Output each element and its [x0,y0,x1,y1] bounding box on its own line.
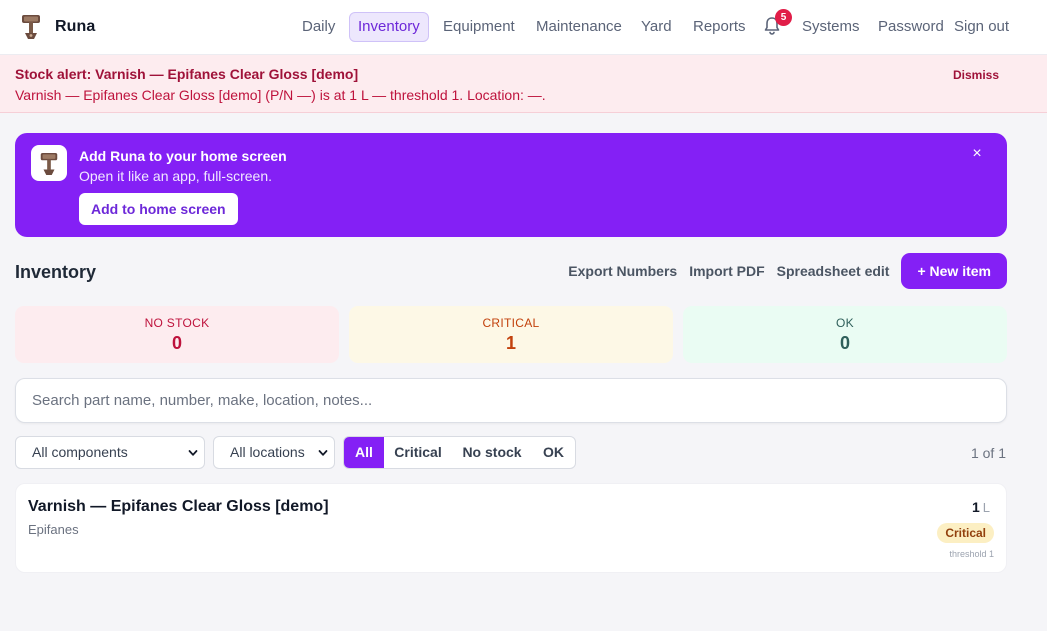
nav-daily[interactable]: Daily [294,12,343,42]
promo-title: Add Runa to your home screen [79,148,287,164]
alert-title: Stock alert: Varnish — Epifanes Clear Gl… [15,66,359,82]
export-numbers-link[interactable]: Export Numbers [568,263,677,279]
no-stock-count: 0 [171,333,182,353]
nav-sign-out[interactable]: Sign out [946,12,1017,42]
notification-count-badge: 5 [775,9,792,26]
ok-card[interactable]: OK 0 [683,306,1007,363]
top-navigation-bar: Runa Daily Inventory Equipment Maintenan… [0,0,1047,55]
app-name: Runa [55,17,96,35]
critical-label: CRITICAL [482,316,540,330]
chevron-down-icon [318,450,328,456]
critical-count: 1 [505,333,516,353]
no-stock-label: NO STOCK [144,316,210,330]
brand[interactable]: Runa [19,13,95,40]
no-stock-card[interactable]: NO STOCK 0 [15,306,339,363]
nav-password[interactable]: Password [870,12,952,42]
item-quantity-unit: L [982,500,990,515]
item-quantity: 1L [972,499,990,515]
component-filter-select[interactable]: All components [15,436,205,469]
add-to-home-screen-button[interactable]: Add to home screen [79,193,238,225]
location-filter-value: All locations [230,444,305,460]
search-input[interactable] [16,379,1006,422]
nav-systems[interactable]: Systems [794,12,868,42]
chevron-down-icon [188,450,198,456]
status-filter-tabs: All Critical No stock OK [343,436,576,469]
dismiss-alert-button[interactable]: Dismiss [953,68,999,82]
promo-subtitle: Open it like an app, full-screen. [79,168,272,184]
ok-label: OK [836,316,854,330]
stock-alert-banner: Stock alert: Varnish — Epifanes Clear Gl… [0,55,1047,113]
app-icon [31,145,67,181]
component-filter-value: All components [32,444,128,460]
spreadsheet-edit-link[interactable]: Spreadsheet edit [777,263,890,279]
status-tab-critical[interactable]: Critical [384,437,452,468]
status-badge: Critical [937,523,994,543]
search-box [15,378,1007,423]
import-pdf-link[interactable]: Import PDF [689,263,764,279]
hammer-logo-icon [22,15,40,39]
item-threshold: threshold 1 [949,549,994,559]
item-name: Varnish — Epifanes Clear Gloss [demo] [28,498,329,515]
nav-equipment[interactable]: Equipment [435,12,523,42]
notifications-button[interactable]: 5 [763,9,792,38]
nav-reports[interactable]: Reports [685,12,754,42]
nav-inventory[interactable]: Inventory [349,12,429,42]
status-tab-all[interactable]: All [344,437,384,468]
ok-count: 0 [839,333,850,353]
critical-card[interactable]: CRITICAL 1 [349,306,673,363]
new-item-button[interactable]: + New item [901,253,1007,289]
inventory-item-card[interactable]: Varnish — Epifanes Clear Gloss [demo] Ep… [15,483,1007,573]
status-tab-no-stock[interactable]: No stock [452,437,532,468]
close-promo-icon[interactable]: × [969,145,985,163]
install-promo-banner: Add Runa to your home screen Open it lik… [15,133,1007,237]
location-filter-select[interactable]: All locations [213,436,335,469]
alert-message: Varnish — Epifanes Clear Gloss [demo] (P… [15,87,546,103]
nav-maintenance[interactable]: Maintenance [528,12,630,42]
item-quantity-value: 1 [971,499,980,515]
page-title: Inventory [15,262,97,282]
item-make: Epifanes [28,522,79,537]
pagination-info: 1 of 1 [970,445,1006,461]
hammer-icon [40,152,58,175]
status-tab-ok[interactable]: OK [532,437,575,468]
inventory-actions: Export Numbers Import PDF Spreadsheet ed… [568,253,1007,289]
nav-yard[interactable]: Yard [633,12,680,42]
